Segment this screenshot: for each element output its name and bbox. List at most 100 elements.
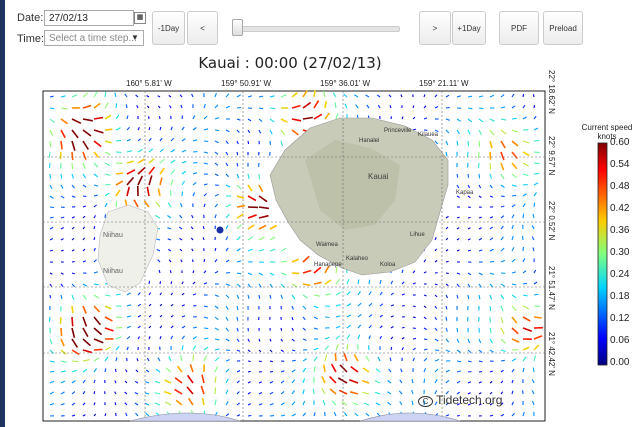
current-vector — [269, 294, 272, 299]
colorbar-tick: 0.00 — [610, 357, 630, 368]
current-vector — [324, 316, 330, 319]
place-label: Waimea — [316, 242, 338, 248]
current-vector — [236, 272, 242, 275]
map-canvas[interactable] — [0, 0, 640, 427]
current-vector — [71, 151, 74, 161]
current-vector — [269, 370, 274, 373]
current-vector — [532, 94, 535, 98]
current-vector — [125, 104, 128, 109]
current-vector — [181, 115, 184, 120]
current-vector — [445, 260, 449, 263]
current-vector — [203, 327, 209, 330]
place-label: Niihau — [103, 268, 123, 275]
current-vector — [456, 360, 462, 363]
place-label: Kapaa — [456, 190, 474, 196]
watermark-text: Tidetech.org — [436, 393, 503, 407]
current-vector — [115, 172, 124, 175]
colorbar-tick: 0.60 — [610, 137, 630, 148]
current-vector — [236, 106, 241, 109]
current-vector — [412, 337, 417, 340]
current-vector — [312, 388, 315, 395]
colorbar-tick: 0.18 — [610, 291, 630, 302]
current-vector — [478, 216, 482, 219]
current-vector — [368, 279, 371, 285]
current-vector — [522, 213, 525, 219]
current-vector — [202, 226, 205, 230]
current-vector — [401, 326, 405, 329]
current-vector — [203, 259, 206, 263]
current-vector — [214, 387, 217, 395]
current-vector — [93, 348, 103, 351]
current-vector — [511, 117, 517, 120]
current-vector — [247, 360, 251, 363]
current-vector — [159, 281, 162, 285]
current-vector — [214, 129, 220, 132]
current-vector — [71, 162, 74, 170]
place-label: Niihau — [103, 232, 123, 239]
current-vector — [247, 140, 250, 145]
current-vector — [489, 151, 492, 160]
current-vector — [466, 151, 469, 158]
place-label: Koloa — [380, 262, 396, 268]
current-vector — [423, 378, 426, 384]
current-vector — [93, 236, 96, 241]
current-vector — [247, 414, 252, 417]
current-vector — [49, 140, 52, 148]
colorbar-tick: 0.36 — [610, 225, 630, 236]
current-vector — [466, 316, 469, 322]
colorbar-tick: 0.48 — [610, 181, 630, 192]
current-vector — [202, 237, 205, 241]
colorbar-tick: 0.12 — [610, 313, 630, 324]
colorbar-title: Current speed knots — [581, 123, 633, 141]
current-vector — [71, 305, 74, 314]
current-vector — [423, 338, 428, 341]
place-label: Princeville — [384, 128, 412, 134]
current-vector — [533, 202, 536, 208]
current-vector — [445, 106, 450, 109]
current-vector — [181, 191, 184, 197]
current-vector — [533, 139, 540, 142]
current-vector — [93, 194, 98, 197]
watermark: C Tidetech.org — [418, 393, 502, 407]
current-vector — [522, 282, 527, 285]
current-vector — [236, 316, 239, 321]
current-vector — [478, 360, 483, 363]
current-vector — [467, 294, 470, 300]
current-vector — [478, 370, 483, 373]
current-vector — [48, 162, 51, 168]
current-vector — [467, 370, 472, 373]
place-label: Lihue — [410, 232, 425, 238]
current-vector — [269, 107, 276, 110]
lat-label: 21° 42.42' N — [547, 332, 556, 376]
current-vector — [104, 128, 113, 131]
place-label: Hanapepe — [314, 262, 342, 268]
colorbar-tick: 0.30 — [610, 247, 630, 258]
current-vector — [467, 140, 470, 147]
current-vector — [445, 316, 448, 321]
current-vector — [148, 280, 151, 285]
lat-label: 21° 51.47' N — [547, 266, 556, 310]
current-vector — [478, 173, 481, 179]
current-vector — [489, 162, 492, 170]
current-vector — [60, 327, 63, 336]
current-vector — [500, 359, 505, 362]
colorbar-tick: 0.06 — [610, 335, 630, 346]
current-vector — [489, 260, 495, 263]
current-vector — [489, 305, 492, 311]
current-vector — [225, 349, 230, 352]
current-vector — [467, 173, 470, 178]
current-vector — [115, 200, 118, 208]
current-vector — [533, 172, 540, 175]
current-vector — [511, 194, 517, 197]
current-vector — [533, 316, 542, 319]
place-label: Hanalei — [359, 138, 380, 144]
current-vector — [532, 367, 535, 373]
current-vector — [71, 360, 79, 363]
current-vector — [258, 107, 264, 110]
current-vector — [49, 173, 52, 179]
current-vector — [236, 151, 239, 156]
colorbar-tick: 0.24 — [610, 269, 630, 280]
current-vector — [522, 93, 525, 98]
current-vector — [60, 173, 63, 179]
current-vector — [115, 316, 123, 319]
